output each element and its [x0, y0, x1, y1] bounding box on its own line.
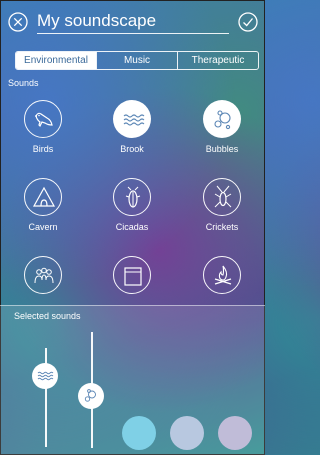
- tab-therapeutic[interactable]: Therapeutic: [177, 52, 258, 69]
- confirm-button[interactable]: [238, 12, 258, 32]
- sound-label: Crickets: [205, 222, 239, 232]
- sound-label: Birds: [32, 144, 54, 154]
- sound-item-brook[interactable]: Brook: [92, 100, 172, 170]
- sound-label: Brook: [120, 144, 144, 154]
- empty-sound-slot[interactable]: [170, 416, 204, 450]
- waves-icon: [37, 371, 54, 380]
- close-circle-icon: [8, 12, 28, 32]
- bubbles-icon: [214, 110, 231, 130]
- selected-sounds-panel: Selected sounds: [0, 305, 265, 455]
- cavern-icon: [32, 186, 56, 207]
- sound-item-crickets[interactable]: Crickets: [182, 178, 262, 248]
- soundscape-name-field[interactable]: My soundscape: [37, 10, 229, 34]
- window-icon: [124, 267, 142, 286]
- sound-item-cavern[interactable]: Cavern: [3, 178, 83, 248]
- header: My soundscape: [0, 0, 265, 42]
- sound-item-crowd[interactable]: [3, 256, 83, 308]
- empty-sound-slot[interactable]: [218, 416, 252, 450]
- sound-item-campfire[interactable]: [182, 256, 262, 308]
- bubbles-icon: [84, 388, 96, 402]
- sounds-section-label: Sounds: [8, 78, 39, 88]
- empty-sound-slot[interactable]: [122, 416, 156, 450]
- cicada-icon: [125, 186, 141, 208]
- sound-item-window[interactable]: [92, 256, 172, 308]
- category-tabs: Environmental Music Therapeutic: [15, 51, 259, 70]
- volume-knob-brook[interactable]: [32, 362, 58, 389]
- sound-label: Cicadas: [115, 222, 149, 232]
- close-button[interactable]: [8, 12, 28, 32]
- tab-music[interactable]: Music: [96, 52, 177, 69]
- sound-grid: Birds Brook Bubbles Cavern Cicadas Crick…: [0, 98, 265, 308]
- tab-environmental[interactable]: Environmental: [16, 52, 96, 69]
- volume-knob-bubbles[interactable]: [78, 382, 104, 409]
- sound-item-bubbles[interactable]: Bubbles: [182, 100, 262, 170]
- sound-item-cicadas[interactable]: Cicadas: [92, 178, 172, 248]
- cricket-icon: [214, 185, 232, 208]
- sound-label: Bubbles: [205, 144, 239, 154]
- check-circle-icon: [238, 12, 258, 32]
- crowd-icon: [34, 267, 54, 284]
- sound-label: Cavern: [28, 222, 58, 232]
- waves-icon: [123, 114, 145, 126]
- campfire-icon: [214, 265, 232, 285]
- sound-item-birds[interactable]: Birds: [3, 100, 83, 170]
- page-title[interactable]: My soundscape: [37, 10, 229, 32]
- bird-icon: [35, 112, 53, 128]
- selected-section-label: Selected sounds: [14, 311, 81, 321]
